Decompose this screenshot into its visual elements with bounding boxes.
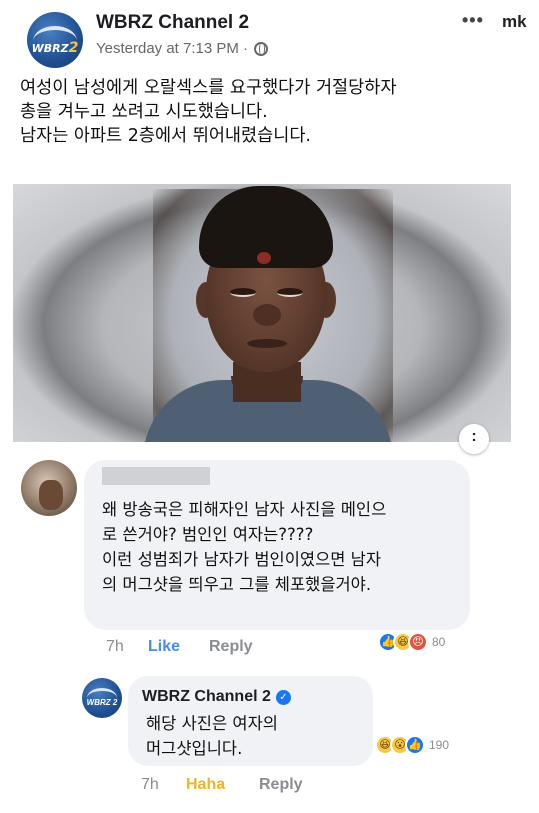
more-options-icon[interactable]: •••	[462, 10, 484, 31]
comment-text-line: 왜 방송국은 피해자인 남자 사진을 메인으	[102, 500, 387, 519]
comment-reactions[interactable]: 👍 😆 😠 80	[378, 632, 445, 652]
commenter-avatar[interactable]	[21, 460, 77, 516]
photo-options-button[interactable]: :	[459, 424, 489, 454]
angry-reaction-icon: 😠	[408, 632, 428, 652]
globe-icon	[254, 41, 269, 56]
post-text-line: 남자는 아파트 2층에서 뛰어내렸습니다.	[20, 126, 311, 146]
post-timestamp[interactable]: Yesterday at 7:13 PM ·	[96, 40, 269, 57]
reply-avatar-logo: WBRZ 2	[86, 698, 118, 707]
post-text-line: 여성이 남성에게 오랄섹스를 요구했다가 거절당하자	[20, 78, 397, 98]
reply-author-name: WBRZ Channel 2	[142, 688, 271, 705]
post-text-line: 총을 겨누고 쏘려고 시도했습니다.	[20, 102, 268, 122]
avatar-logo: WBRZ2	[31, 40, 79, 56]
reply-haha-button[interactable]: Haha	[186, 776, 225, 794]
comment-text: 왜 방송국은 피해자인 남자 사진을 메인으 로 쓴거야? 범인인 여자는???…	[102, 497, 462, 597]
comment-text-line: 의 머그샷을 띄우고 그를 체포했을거야.	[102, 575, 372, 594]
reaction-count: 80	[432, 635, 446, 649]
reply-text-line: 머그샷입니다.	[146, 739, 243, 758]
verified-badge-icon: ✓	[275, 689, 291, 705]
comment-like-button[interactable]: Like	[148, 638, 180, 656]
like-reaction-icon: 👍	[405, 735, 425, 755]
watermark: mk	[502, 12, 527, 31]
comment-text-line: 이런 성범죄가 남자가 범인이였으면 남자	[102, 550, 382, 569]
reply-text: 해당 사진은 여자의 머그샷입니다.	[146, 711, 366, 761]
reply-reactions[interactable]: 😆 😮 👍 190	[375, 735, 449, 755]
comment-reply-button[interactable]: Reply	[209, 638, 253, 656]
redacted-commenter-name	[102, 467, 210, 485]
reply-reply-button[interactable]: Reply	[259, 776, 303, 794]
reaction-count: 190	[429, 738, 450, 752]
page-avatar[interactable]: WBRZ2	[27, 12, 83, 68]
post-text: 여성이 남성에게 오랄섹스를 요구했다가 거절당하자 총을 겨누고 쏘려고 시도…	[20, 76, 525, 148]
reply-text-line: 해당 사진은 여자의	[146, 714, 278, 733]
timestamp-text: Yesterday at 7:13 PM ·	[96, 40, 249, 57]
page-name[interactable]: WBRZ Channel 2	[96, 12, 249, 34]
comment-text-line: 로 쓴거야? 범인인 여자는????	[102, 525, 314, 544]
mugshot-photo[interactable]	[13, 184, 511, 442]
reply-author[interactable]: WBRZ Channel 2 ✓	[142, 688, 291, 706]
reply-author-avatar[interactable]: WBRZ 2	[82, 678, 122, 718]
reply-time[interactable]: 7h	[141, 776, 159, 794]
comment-time[interactable]: 7h	[106, 638, 124, 656]
